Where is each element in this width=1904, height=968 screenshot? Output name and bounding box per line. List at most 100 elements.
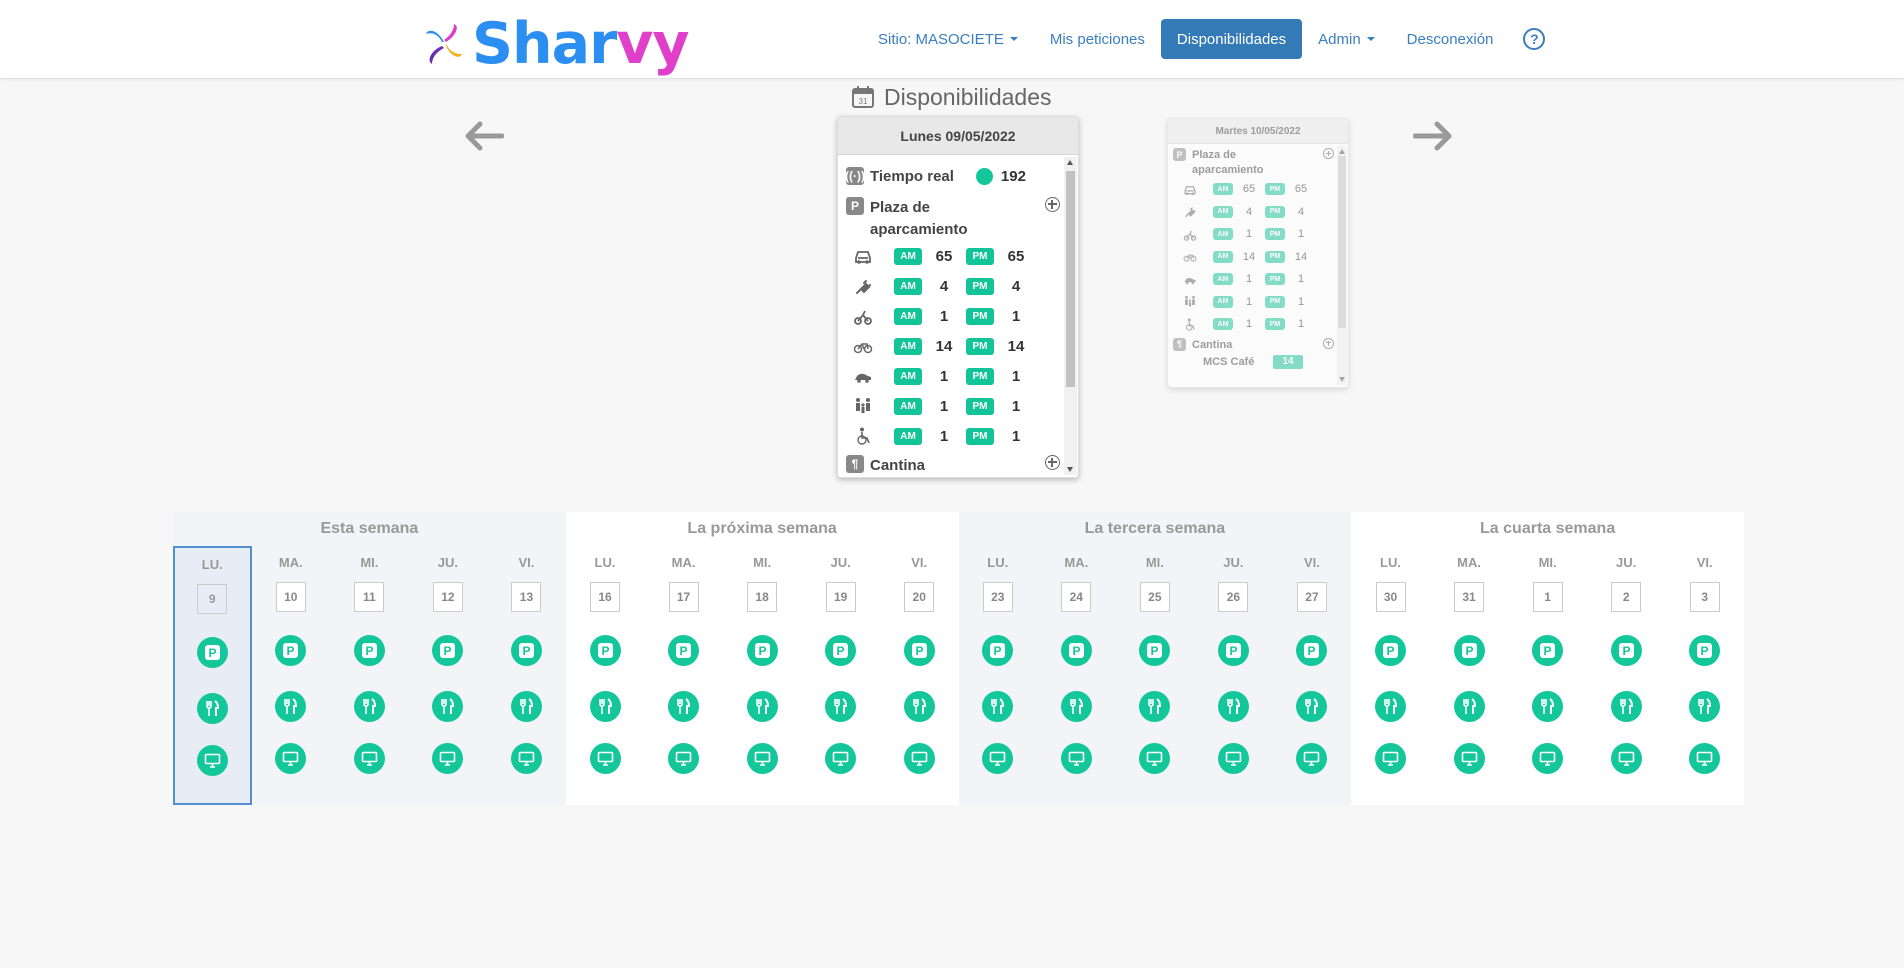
restaurant-status-icon[interactable] bbox=[825, 691, 857, 722]
restaurant-status-icon[interactable] bbox=[1610, 691, 1642, 722]
parking-status-icon[interactable]: P bbox=[353, 635, 385, 666]
day-number[interactable]: 26 bbox=[1218, 582, 1249, 612]
restaurant-status-icon[interactable] bbox=[1532, 691, 1564, 722]
expand-plus-icon[interactable] bbox=[1323, 337, 1334, 349]
restaurant-status-icon[interactable] bbox=[1375, 691, 1407, 722]
desk-status-icon[interactable] bbox=[1296, 743, 1328, 774]
day-column[interactable]: JU. 19 P bbox=[801, 546, 880, 805]
day-number[interactable]: 11 bbox=[354, 582, 385, 612]
scroll-thumb[interactable] bbox=[1338, 156, 1346, 328]
desk-status-icon[interactable] bbox=[1139, 743, 1171, 774]
parking-status-icon[interactable]: P bbox=[1296, 635, 1328, 666]
restaurant-status-icon[interactable] bbox=[1060, 691, 1092, 722]
desk-status-icon[interactable] bbox=[982, 743, 1014, 774]
restaurant-status-icon[interactable] bbox=[432, 691, 464, 722]
day-number[interactable]: 19 bbox=[825, 582, 856, 612]
parking-status-icon[interactable]: P bbox=[589, 635, 621, 666]
desk-status-icon[interactable] bbox=[510, 743, 542, 774]
desk-status-icon[interactable] bbox=[668, 743, 700, 774]
nav-logout[interactable]: Desconexión bbox=[1391, 19, 1510, 59]
scroll-up-icon[interactable] bbox=[1067, 160, 1073, 165]
parking-status-icon[interactable]: P bbox=[1060, 635, 1092, 666]
day-number[interactable]: 17 bbox=[668, 582, 699, 612]
next-day-arrow[interactable] bbox=[1412, 118, 1455, 154]
day-number[interactable]: 25 bbox=[1139, 582, 1170, 612]
day-card-next[interactable]: Martes 10/05/2022 P Plaza de aparcamient… bbox=[1167, 118, 1349, 388]
desk-status-icon[interactable] bbox=[903, 743, 935, 774]
restaurant-status-icon[interactable] bbox=[982, 691, 1014, 722]
scroll-thumb[interactable] bbox=[1066, 171, 1075, 387]
restaurant-status-icon[interactable] bbox=[510, 691, 542, 722]
day-number[interactable]: 24 bbox=[1061, 582, 1092, 612]
desk-status-icon[interactable] bbox=[432, 743, 464, 774]
day-column[interactable]: MA. 10 P bbox=[252, 546, 331, 805]
desk-status-icon[interactable] bbox=[589, 743, 621, 774]
day-number[interactable]: 31 bbox=[1454, 582, 1485, 612]
day-number[interactable]: 9 bbox=[197, 584, 228, 614]
day-column[interactable]: MA. 17 P bbox=[644, 546, 723, 805]
day-column[interactable]: VI. 13 P bbox=[487, 546, 566, 805]
desk-status-icon[interactable] bbox=[1217, 743, 1249, 774]
admin-dropdown[interactable]: Admin bbox=[1302, 19, 1391, 59]
site-dropdown[interactable]: Sitio: MASOCIETE bbox=[862, 19, 1034, 59]
day-column[interactable]: MI. 1 P bbox=[1508, 546, 1587, 805]
nav-my-requests[interactable]: Mis peticiones bbox=[1034, 19, 1161, 59]
day-column[interactable]: VI. 27 P bbox=[1273, 546, 1352, 805]
day-column[interactable]: VI. 20 P bbox=[880, 546, 959, 805]
day-column[interactable]: MI. 11 P bbox=[330, 546, 409, 805]
parking-status-icon[interactable]: P bbox=[1610, 635, 1642, 666]
parking-status-icon[interactable]: P bbox=[668, 635, 700, 666]
desk-status-icon[interactable] bbox=[1375, 743, 1407, 774]
day-number[interactable]: 13 bbox=[511, 582, 542, 612]
restaurant-status-icon[interactable] bbox=[589, 691, 621, 722]
sharvy-logo[interactable]: Sharvy bbox=[420, 14, 690, 74]
nav-availability[interactable]: Disponibilidades bbox=[1160, 19, 1303, 59]
day-number[interactable]: 23 bbox=[982, 582, 1013, 612]
restaurant-status-icon[interactable] bbox=[1689, 691, 1721, 722]
day-number[interactable]: 3 bbox=[1689, 582, 1720, 612]
parking-status-icon[interactable]: P bbox=[196, 637, 228, 668]
day-column[interactable]: LU. 9 P bbox=[173, 546, 252, 805]
parking-status-icon[interactable]: P bbox=[275, 635, 307, 666]
expand-plus-icon[interactable] bbox=[1045, 455, 1060, 470]
parking-status-icon[interactable]: P bbox=[982, 635, 1014, 666]
restaurant-status-icon[interactable] bbox=[746, 691, 778, 722]
parking-status-icon[interactable]: P bbox=[1453, 635, 1485, 666]
desk-status-icon[interactable] bbox=[1610, 743, 1642, 774]
desk-status-icon[interactable] bbox=[275, 743, 307, 774]
parking-status-icon[interactable]: P bbox=[1375, 635, 1407, 666]
scroll-down-icon[interactable] bbox=[1338, 377, 1345, 382]
restaurant-status-icon[interactable] bbox=[196, 693, 228, 724]
desk-status-icon[interactable] bbox=[1689, 743, 1721, 774]
desk-status-icon[interactable] bbox=[196, 745, 228, 776]
day-number[interactable]: 20 bbox=[904, 582, 935, 612]
parking-status-icon[interactable]: P bbox=[903, 635, 935, 666]
card-scrollbar[interactable] bbox=[1337, 146, 1347, 385]
desk-status-icon[interactable] bbox=[353, 743, 385, 774]
parking-status-icon[interactable]: P bbox=[746, 635, 778, 666]
day-column[interactable]: MI. 18 P bbox=[723, 546, 802, 805]
day-column[interactable]: LU. 23 P bbox=[959, 546, 1038, 805]
parking-status-icon[interactable]: P bbox=[825, 635, 857, 666]
restaurant-status-icon[interactable] bbox=[903, 691, 935, 722]
restaurant-status-icon[interactable] bbox=[1453, 691, 1485, 722]
day-number[interactable]: 16 bbox=[590, 582, 621, 612]
day-number[interactable]: 27 bbox=[1296, 582, 1327, 612]
restaurant-status-icon[interactable] bbox=[1139, 691, 1171, 722]
restaurant-status-icon[interactable] bbox=[668, 691, 700, 722]
day-column[interactable]: MI. 25 P bbox=[1116, 546, 1195, 805]
day-number[interactable]: 2 bbox=[1611, 582, 1642, 612]
day-number[interactable]: 18 bbox=[747, 582, 778, 612]
expand-plus-icon[interactable] bbox=[1323, 148, 1334, 159]
day-column[interactable]: JU. 12 P bbox=[409, 546, 488, 805]
day-column[interactable]: JU. 2 P bbox=[1587, 546, 1666, 805]
day-column[interactable]: LU. 16 P bbox=[566, 546, 645, 805]
desk-status-icon[interactable] bbox=[825, 743, 857, 774]
parking-status-icon[interactable]: P bbox=[510, 635, 542, 666]
parking-status-icon[interactable]: P bbox=[1217, 635, 1249, 666]
scroll-up-icon[interactable] bbox=[1338, 149, 1345, 154]
restaurant-status-icon[interactable] bbox=[353, 691, 385, 722]
parking-status-icon[interactable]: P bbox=[432, 635, 464, 666]
desk-status-icon[interactable] bbox=[1453, 743, 1485, 774]
previous-day-arrow[interactable] bbox=[462, 118, 505, 154]
